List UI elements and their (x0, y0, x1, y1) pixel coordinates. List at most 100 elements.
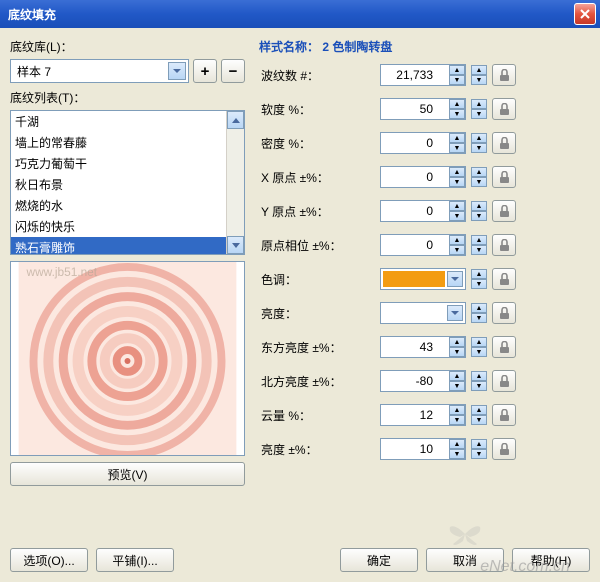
add-button[interactable]: + (193, 59, 217, 83)
lock-icon[interactable] (492, 268, 516, 290)
step-down-icon[interactable]: ▼ (471, 381, 487, 391)
step-down-icon[interactable]: ▼ (471, 415, 487, 425)
step-up-icon[interactable]: ▲ (471, 167, 487, 177)
step-up-icon[interactable]: ▲ (471, 371, 487, 381)
step-up-icon[interactable]: ▲ (471, 303, 487, 313)
step-up-icon[interactable]: ▲ (471, 405, 487, 415)
spin-up-icon[interactable]: ▲ (449, 99, 465, 109)
cancel-button[interactable]: 取消 (426, 548, 504, 572)
list-item[interactable]: 燃烧的水 (11, 195, 226, 216)
spin-up-icon[interactable]: ▲ (449, 371, 465, 381)
options-button[interactable]: 选项(O)... (10, 548, 88, 572)
step-down-icon[interactable]: ▼ (471, 177, 487, 187)
spin-down-icon[interactable]: ▼ (449, 109, 465, 119)
lock-icon[interactable] (492, 234, 516, 256)
spin-input[interactable]: ▲▼ (380, 200, 466, 222)
help-button[interactable]: 帮助(H) (512, 548, 590, 572)
spin-down-icon[interactable]: ▼ (449, 143, 465, 153)
list-item[interactable]: 秋日布景 (11, 174, 226, 195)
spin-input[interactable]: ▲▼ (380, 64, 466, 86)
step-down-icon[interactable]: ▼ (471, 143, 487, 153)
lock-icon[interactable] (492, 438, 516, 460)
preview-button[interactable]: 预览(V) (10, 462, 245, 486)
spin-input[interactable]: ▲▼ (380, 438, 466, 460)
lock-icon[interactable] (492, 166, 516, 188)
lock-icon[interactable] (492, 98, 516, 120)
step-down-icon[interactable]: ▼ (471, 211, 487, 221)
lock-icon[interactable] (492, 336, 516, 358)
lock-icon[interactable] (492, 370, 516, 392)
lock-icon[interactable] (492, 404, 516, 426)
chevron-down-icon[interactable] (168, 62, 186, 80)
spin-up-icon[interactable]: ▲ (449, 235, 465, 245)
spin-input[interactable]: ▲▼ (380, 234, 466, 256)
spin-down-icon[interactable]: ▼ (449, 177, 465, 187)
spin-down-icon[interactable]: ▼ (449, 75, 465, 85)
color-combo[interactable] (380, 302, 466, 324)
lock-icon[interactable] (492, 64, 516, 86)
step-down-icon[interactable]: ▼ (471, 75, 487, 85)
spin-up-icon[interactable]: ▲ (449, 201, 465, 211)
spin-down-icon[interactable]: ▼ (449, 245, 465, 255)
list-item[interactable]: 闪烁的快乐 (11, 216, 226, 237)
param-value-input[interactable] (381, 408, 437, 422)
step-up-icon[interactable]: ▲ (471, 133, 487, 143)
library-combo[interactable]: 样本 7 (10, 59, 189, 83)
param-value-input[interactable] (381, 204, 437, 218)
param-value-input[interactable] (381, 170, 437, 184)
spin-up-icon[interactable]: ▲ (449, 133, 465, 143)
scroll-up-icon[interactable] (227, 111, 244, 129)
step-down-icon[interactable]: ▼ (471, 245, 487, 255)
step-down-icon[interactable]: ▼ (471, 279, 487, 289)
param-value-input[interactable] (381, 68, 437, 82)
step-down-icon[interactable]: ▼ (471, 347, 487, 357)
spin-input[interactable]: ▲▼ (380, 370, 466, 392)
param-value-input[interactable] (381, 442, 437, 456)
step-up-icon[interactable]: ▲ (471, 99, 487, 109)
remove-button[interactable]: − (221, 59, 245, 83)
spin-up-icon[interactable]: ▲ (449, 439, 465, 449)
spin-down-icon[interactable]: ▼ (449, 415, 465, 425)
step-down-icon[interactable]: ▼ (471, 313, 487, 323)
spin-input[interactable]: ▲▼ (380, 98, 466, 120)
step-down-icon[interactable]: ▼ (471, 449, 487, 459)
param-value-input[interactable] (381, 136, 437, 150)
color-combo[interactable] (380, 268, 466, 290)
ok-button[interactable]: 确定 (340, 548, 418, 572)
spin-input[interactable]: ▲▼ (380, 132, 466, 154)
spin-input[interactable]: ▲▼ (380, 404, 466, 426)
chevron-down-icon[interactable] (447, 271, 463, 287)
spin-down-icon[interactable]: ▼ (449, 347, 465, 357)
spin-down-icon[interactable]: ▼ (449, 381, 465, 391)
spin-down-icon[interactable]: ▼ (449, 211, 465, 221)
lock-icon[interactable] (492, 200, 516, 222)
spin-up-icon[interactable]: ▲ (449, 337, 465, 347)
list-item[interactable]: 巧克力葡萄干 (11, 153, 226, 174)
list-item[interactable]: 熟石膏雕饰 (11, 237, 226, 255)
step-up-icon[interactable]: ▲ (471, 269, 487, 279)
list-item[interactable]: 千湖 (11, 111, 226, 132)
step-up-icon[interactable]: ▲ (471, 65, 487, 75)
step-up-icon[interactable]: ▲ (471, 439, 487, 449)
spin-up-icon[interactable]: ▲ (449, 405, 465, 415)
spin-down-icon[interactable]: ▼ (449, 449, 465, 459)
lock-icon[interactable] (492, 302, 516, 324)
lock-icon[interactable] (492, 132, 516, 154)
spin-up-icon[interactable]: ▲ (449, 65, 465, 75)
scroll-down-icon[interactable] (227, 236, 244, 254)
step-up-icon[interactable]: ▲ (471, 235, 487, 245)
param-value-input[interactable] (381, 340, 437, 354)
spin-up-icon[interactable]: ▲ (449, 167, 465, 177)
spin-input[interactable]: ▲▼ (380, 166, 466, 188)
close-icon[interactable] (574, 3, 596, 25)
param-value-input[interactable] (381, 374, 437, 388)
step-down-icon[interactable]: ▼ (471, 109, 487, 119)
scrollbar[interactable] (226, 111, 244, 254)
texture-listbox[interactable]: 千湖墙上的常春藤巧克力葡萄干秋日布景燃烧的水闪烁的快乐熟石膏雕饰 (10, 110, 245, 255)
chevron-down-icon[interactable] (447, 305, 463, 321)
list-item[interactable]: 墙上的常春藤 (11, 132, 226, 153)
param-value-input[interactable] (381, 102, 437, 116)
tile-button[interactable]: 平铺(I)... (96, 548, 174, 572)
step-up-icon[interactable]: ▲ (471, 337, 487, 347)
param-value-input[interactable] (381, 238, 437, 252)
